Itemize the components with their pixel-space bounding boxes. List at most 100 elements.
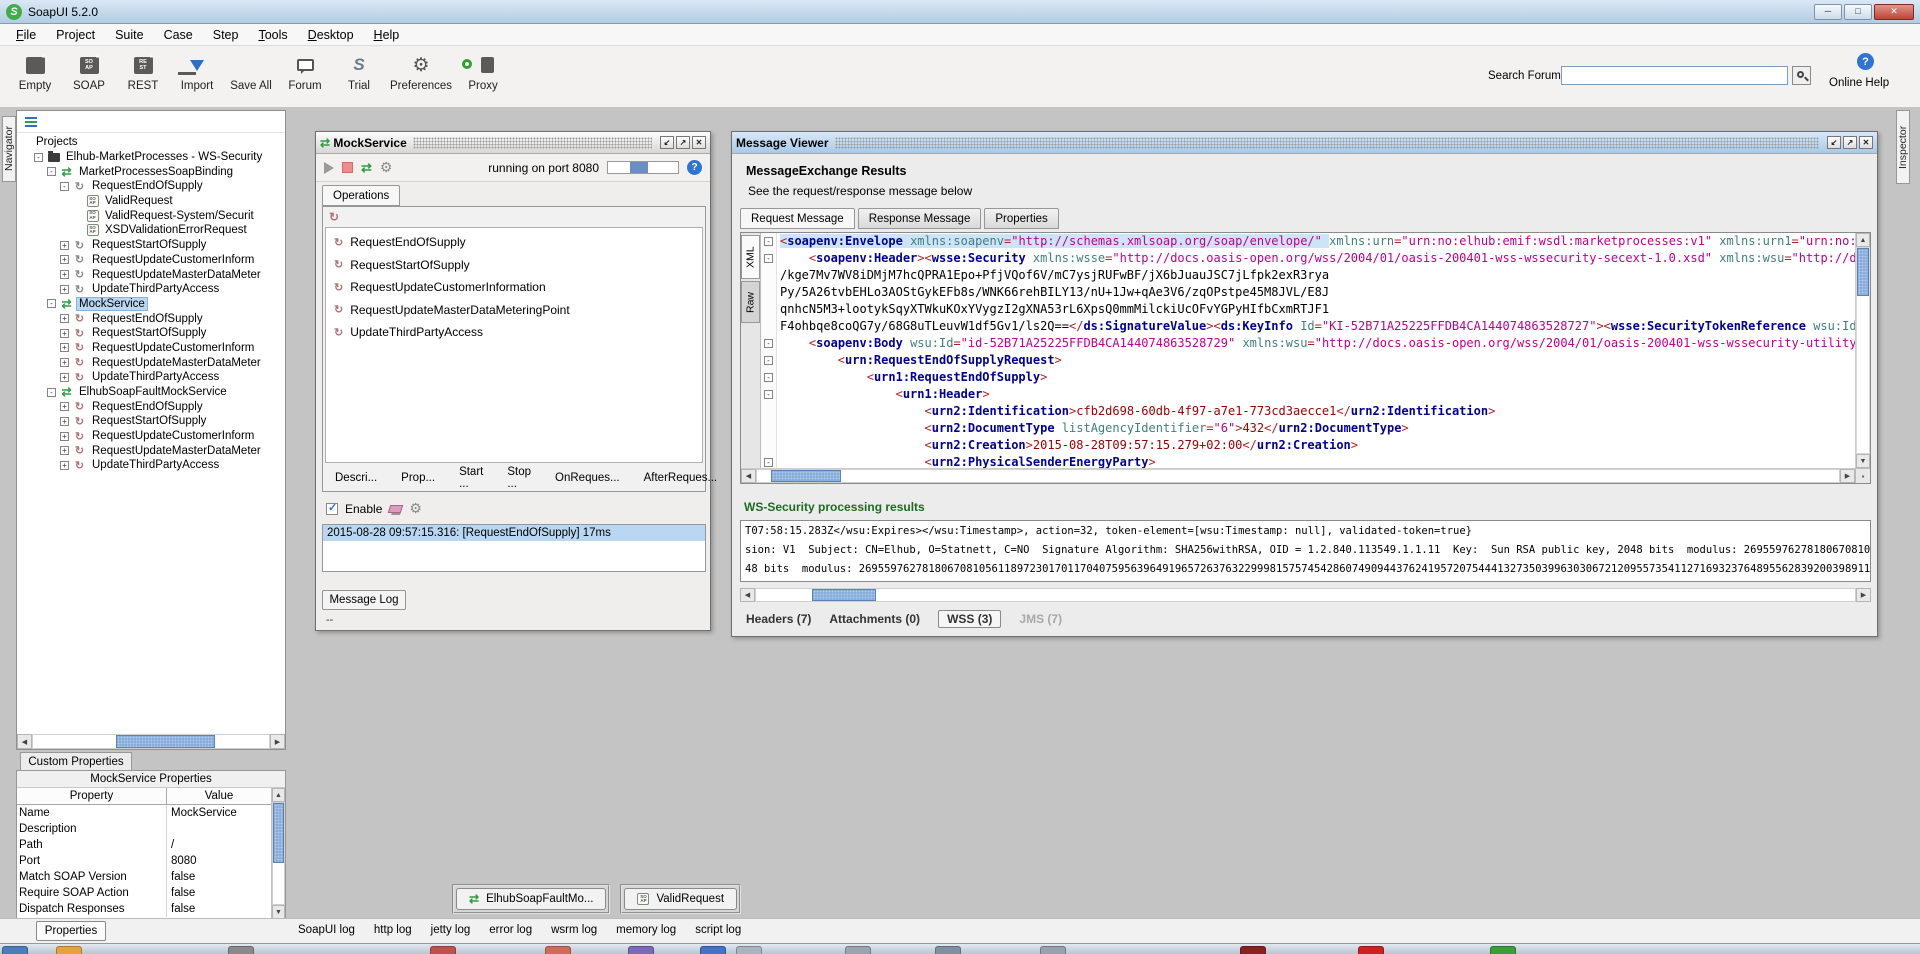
navigator-hscrollbar[interactable]: ◀ ▶ — [17, 734, 285, 749]
close-button[interactable]: ✕ — [1874, 4, 1914, 20]
close-icon[interactable]: ✕ — [692, 136, 706, 149]
scrollbar-track[interactable] — [272, 802, 285, 905]
expand-icon[interactable]: + — [60, 343, 69, 352]
tree-item-requestupdatecustomerinform[interactable]: +↻RequestUpdateCustomerInform — [17, 253, 285, 268]
property-value-cell[interactable]: 8080 — [167, 855, 197, 867]
operation-item-updatethirdpartyaccess[interactable]: ↻UpdateThirdPartyAccess — [326, 321, 702, 344]
float-icon[interactable]: ↗ — [676, 136, 690, 149]
collapse-icon[interactable]: - — [47, 167, 56, 176]
menu-file[interactable]: File — [6, 26, 46, 44]
scrollbar-thumb[interactable] — [771, 470, 841, 482]
log-tab-memory-log[interactable]: memory log — [616, 924, 676, 936]
table-row[interactable]: Dispatch Responsesfalse — [17, 901, 271, 917]
operation-tab-descri[interactable]: Descri... — [335, 472, 377, 484]
operation-tab-onreques[interactable]: OnReques... — [555, 472, 620, 484]
tree-item-elhub-marketprocesses-ws-security[interactable]: -Elhub-MarketProcesses - WS-Security — [17, 150, 285, 165]
maximize-button[interactable]: □ — [1844, 4, 1872, 20]
message-log-entry[interactable]: 2015-08-28 09:57:15.316: [RequestEndOfSu… — [323, 525, 705, 541]
navigator-side-tab[interactable]: Navigator — [2, 116, 16, 182]
taskbar-item[interactable] — [228, 946, 254, 954]
menu-project[interactable]: Project — [46, 26, 105, 44]
tree-item-requestupdatemasterdatameter[interactable]: +↻RequestUpdateMasterDataMeter — [17, 355, 285, 370]
menu-tools[interactable]: Tools — [248, 26, 297, 44]
clear-log-icon[interactable] — [388, 505, 404, 513]
taskbar-item[interactable] — [628, 946, 654, 954]
close-icon[interactable]: ✕ — [1859, 136, 1873, 149]
mockservice-options-icon[interactable]: ⚙ — [380, 159, 393, 176]
fold-collapse-icon[interactable]: - — [764, 458, 773, 467]
toolbar-rest[interactable]: REST*REST — [120, 53, 166, 92]
scroll-right-icon[interactable]: ▶ — [1840, 469, 1855, 483]
expand-icon[interactable]: + — [60, 417, 69, 426]
tree-item-marketprocessessoapbinding[interactable]: -⇄MarketProcessesSoapBinding — [17, 164, 285, 179]
message-log-tab[interactable]: Message Log — [322, 590, 406, 610]
taskbar-item[interactable] — [56, 946, 82, 954]
tree-item-elhubsoapfaultmockservice[interactable]: -⇄ElhubSoapFaultMockService — [17, 385, 285, 400]
mockservice-titlebar[interactable]: ⇄ MockService ↙ ↗ ✕ — [316, 132, 710, 154]
editor-tab-xml[interactable]: XML — [741, 235, 760, 279]
scroll-left-icon[interactable]: ◀ — [17, 734, 32, 749]
toolbar-preferences[interactable]: ⚙Preferences — [390, 53, 452, 92]
operation-item-requeststartofsupply[interactable]: ↻RequestStartOfSupply — [326, 254, 702, 277]
properties-bottom-tab[interactable]: Properties — [36, 921, 106, 941]
scroll-up-icon[interactable]: ▲ — [1856, 233, 1870, 247]
stop-mockservice-icon[interactable] — [342, 162, 353, 173]
tree-item-requestupdatemasterdatameter[interactable]: +↻RequestUpdateMasterDataMeter — [17, 443, 285, 458]
fold-collapse-icon[interactable]: - — [764, 373, 773, 382]
tree-item-requestupdatemasterdatameter[interactable]: +↻RequestUpdateMasterDataMeter — [17, 267, 285, 282]
expand-icon[interactable]: + — [60, 358, 69, 367]
tree-item-requestendofsupply[interactable]: -↻RequestEndOfSupply — [17, 179, 285, 194]
expand-icon[interactable]: + — [60, 402, 69, 411]
tree-item-requestendofsupply[interactable]: +↻RequestEndOfSupply — [17, 399, 285, 414]
taskbar-item[interactable] — [935, 946, 961, 954]
expand-icon[interactable]: + — [60, 285, 69, 294]
operation-tab-stop[interactable]: Stop ... — [507, 466, 531, 490]
title-bar[interactable]: S SoapUI 5.2.0 ─ □ ✕ — [0, 0, 1920, 24]
toolbar-trial[interactable]: STrial — [336, 53, 382, 92]
menu-desktop[interactable]: Desktop — [298, 26, 364, 44]
property-value-cell[interactable]: MockService — [167, 807, 237, 819]
operation-item-requestupdatemasterdatameteringpoint[interactable]: ↻RequestUpdateMasterDataMeteringPoint — [326, 299, 702, 322]
inspector-tab-jms-7[interactable]: JMS (7) — [1019, 612, 1062, 626]
scroll-right-icon[interactable]: ▶ — [270, 734, 285, 749]
scroll-down-icon[interactable]: ▼ — [1856, 454, 1870, 468]
menu-case[interactable]: Case — [154, 26, 203, 44]
log-tab-http-log[interactable]: http log — [374, 924, 412, 936]
tree-item-requeststartofsupply[interactable]: +↻RequestStartOfSupply — [17, 414, 285, 429]
log-tab-wsrm-log[interactable]: wsrm log — [551, 924, 597, 936]
windows-taskbar[interactable] — [0, 943, 1920, 954]
taskbar-item[interactable] — [700, 946, 726, 954]
fold-collapse-icon[interactable]: - — [764, 254, 773, 263]
collapse-icon[interactable]: - — [47, 388, 56, 397]
property-value-cell[interactable]: false — [167, 903, 195, 915]
scroll-right-icon[interactable]: ▶ — [1856, 588, 1871, 602]
minimize-button[interactable]: ─ — [1814, 4, 1842, 20]
scrollbar-track[interactable] — [756, 469, 1840, 483]
tab-operations[interactable]: Operations — [322, 185, 400, 206]
taskbar-item[interactable] — [1240, 946, 1266, 954]
taskbar-item[interactable] — [1040, 946, 1066, 954]
unfloat-icon[interactable]: ↙ — [1827, 136, 1841, 149]
editor-tab-raw[interactable]: Raw — [741, 281, 760, 323]
scrollbar-thumb[interactable] — [116, 735, 215, 748]
tree-item-requeststartofsupply[interactable]: +↻RequestStartOfSupply — [17, 326, 285, 341]
expand-icon[interactable]: + — [60, 373, 69, 382]
taskbar-item[interactable] — [545, 946, 571, 954]
scrollbar-thumb[interactable] — [1857, 248, 1869, 296]
menu-suite[interactable]: Suite — [105, 26, 154, 44]
scroll-up-icon[interactable]: ▲ — [272, 788, 285, 802]
tree-item-requestupdatecustomerinform[interactable]: +↻RequestUpdateCustomerInform — [17, 429, 285, 444]
wss-hscrollbar[interactable]: ◀ ▶ — [740, 588, 1871, 602]
collapse-icon[interactable]: - — [47, 299, 56, 308]
tree-item-projects[interactable]: Projects — [17, 135, 285, 150]
taskbar-item[interactable] — [736, 946, 762, 954]
minimized-window-validrequest[interactable]: SOAPValidRequest — [620, 884, 741, 914]
table-row[interactable]: Description — [17, 821, 271, 837]
online-help-label[interactable]: Online Help — [1829, 77, 1889, 89]
tree-item-updatethirdpartyaccess[interactable]: +↻UpdateThirdPartyAccess — [17, 370, 285, 385]
operation-tab-afterreques[interactable]: AfterReques... — [644, 472, 718, 484]
help-icon[interactable]: ? — [1857, 53, 1874, 70]
operation-item-requestupdatecustomerinformation[interactable]: ↻RequestUpdateCustomerInformation — [326, 276, 702, 299]
scrollbar-track[interactable] — [1856, 247, 1870, 454]
tree-item-mockservice[interactable]: -⇄MockService — [17, 297, 285, 312]
